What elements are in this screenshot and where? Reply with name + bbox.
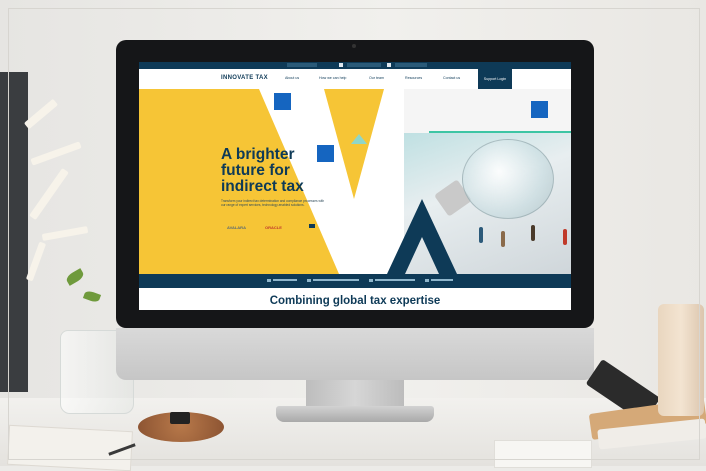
- ceramic-cup: [658, 304, 704, 416]
- utility-bar: [139, 62, 571, 69]
- nav-resources[interactable]: Resources: [405, 76, 422, 80]
- feature-item[interactable]: [307, 278, 359, 282]
- feature-strip: [139, 274, 571, 288]
- flag-icon[interactable]: [339, 63, 343, 67]
- partner-logo-avalara: AVALARA: [227, 225, 246, 230]
- site-logo[interactable]: INNOVATE TAX: [221, 75, 268, 81]
- hero-title: A brighter future for indirect tax: [221, 146, 304, 195]
- dark-wall-panel: [0, 72, 28, 392]
- section-title: Combining global tax expertise: [269, 295, 441, 307]
- flag-icon[interactable]: [387, 63, 391, 67]
- hero-body-text: Transform your indirect tax determinatio…: [221, 199, 325, 208]
- hero-dark-triangle: [387, 199, 457, 274]
- miniature-figure: [531, 225, 535, 241]
- nav-how-we-can-help[interactable]: How we can help: [319, 76, 346, 80]
- intro-section: Combining global tax expertise: [139, 288, 571, 310]
- hero-banner: A brighter future for indirect tax Trans…: [139, 89, 571, 274]
- camera-icon: [352, 44, 356, 48]
- feature-item[interactable]: [369, 278, 415, 282]
- partner-logo-oracle: ORACLE: [265, 225, 282, 230]
- feature-icon: [307, 278, 311, 282]
- utility-link[interactable]: [347, 63, 381, 67]
- partner-logo-other: [309, 224, 315, 228]
- binder-clip: [170, 412, 190, 424]
- monitor-chin: [116, 328, 594, 380]
- feature-label: [375, 279, 415, 282]
- nav-about-us[interactable]: About us: [285, 76, 299, 80]
- miniature-figure: [563, 229, 567, 245]
- feature-item[interactable]: [267, 278, 297, 282]
- nav-contact-us[interactable]: Contact us: [443, 76, 460, 80]
- feature-label: [431, 279, 453, 282]
- feature-item[interactable]: [425, 278, 453, 282]
- monitor-stand-base: [276, 406, 434, 422]
- lightbulb-image: [462, 139, 554, 219]
- main-navigation: INNOVATE TAX About us How we can help Ou…: [139, 69, 571, 89]
- feature-label: [273, 279, 297, 282]
- blue-square-decoration: [274, 93, 291, 110]
- feature-icon: [425, 278, 429, 282]
- miniature-figure: [479, 227, 483, 243]
- utility-link[interactable]: [395, 63, 427, 67]
- feature-icon: [369, 278, 373, 282]
- paper-sheet: [494, 440, 592, 468]
- website-screen: INNOVATE TAX About us How we can help Ou…: [139, 62, 571, 310]
- utility-link[interactable]: [287, 63, 317, 67]
- feature-label: [313, 279, 359, 282]
- miniature-figure: [501, 231, 505, 247]
- open-notebook: [7, 424, 133, 471]
- nav-our-team[interactable]: Our team: [369, 76, 384, 80]
- support-login-button[interactable]: Support Login: [478, 69, 512, 89]
- feature-icon: [267, 278, 271, 282]
- blue-square-decoration: [531, 101, 548, 118]
